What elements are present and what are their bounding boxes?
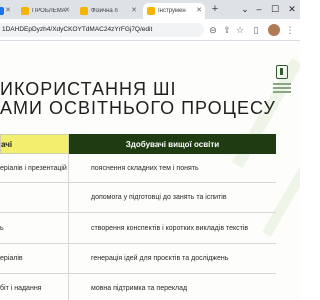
university-logo bbox=[272, 65, 292, 99]
profile-avatar[interactable] bbox=[268, 24, 280, 36]
logo-line bbox=[273, 91, 291, 93]
table-cell-left bbox=[0, 183, 69, 212]
table-cell-right: створення конспектів і коротких викладів… bbox=[91, 224, 249, 232]
slide-title-line-2: АМИ ОСВІТНЬОГО ПРОЦЕСУ bbox=[0, 98, 276, 118]
tab-title: ПРОБЛЕМА bbox=[32, 8, 66, 14]
slide-title-line-1: ИКОРИСТАННЯ ШІ bbox=[0, 79, 177, 99]
new-tab-button[interactable]: + bbox=[209, 3, 221, 15]
docs-favicon-icon bbox=[21, 7, 29, 15]
maximize-icon[interactable]: ☐ bbox=[268, 3, 282, 15]
tab-3[interactable]: Фізична п ✕ bbox=[76, 3, 140, 19]
table-row: еріалів і презентацій пояснення складних… bbox=[0, 154, 276, 183]
tab-title: Інструмен bbox=[158, 8, 186, 14]
logo-line bbox=[273, 87, 291, 89]
menu-kebab-icon[interactable]: ⋮ bbox=[284, 24, 296, 36]
zoom-icon[interactable]: ⊖ bbox=[207, 24, 219, 36]
tab-4-active[interactable]: Інструмен ✕ bbox=[143, 3, 205, 19]
table-cell-left: еріалів і презентацій bbox=[0, 154, 69, 182]
table-row: ь створення конспектів і коротких виклад… bbox=[0, 213, 276, 244]
presentation-slide: ИКОРИСТАННЯ ШІ АМИ ОСВІТНЬОГО ПРОЦЕСУ ач… bbox=[0, 42, 300, 300]
minimize-icon[interactable]: – bbox=[252, 3, 266, 15]
tab-2[interactable]: ПРОБЛЕМА ✕ bbox=[17, 3, 73, 19]
bookmark-star-icon[interactable]: ☆ bbox=[234, 24, 246, 36]
table-cell-left: ь bbox=[0, 213, 69, 243]
share-icon[interactable]: ⇪ bbox=[221, 24, 233, 36]
table-header-left: ачі bbox=[0, 134, 69, 154]
tab-search-chevron-icon[interactable]: ⌄ bbox=[238, 3, 252, 15]
table-cell-right: допомога у підготовці до занять та іспит… bbox=[91, 194, 227, 201]
address-bar: 1DAHDEpDyzh4/XdyCKOYTdMAC24zYrFGj7Q/edit… bbox=[0, 19, 300, 41]
logo-emblem-icon bbox=[276, 65, 288, 79]
table-row: біт і надання мовна підтримка та перекла… bbox=[0, 274, 276, 300]
close-window-icon[interactable]: ✕ bbox=[285, 3, 299, 15]
table-cell-right: мовна підтримка та переклад bbox=[91, 285, 188, 292]
table-cell-right: пояснення складних тем і понять bbox=[91, 164, 199, 172]
close-tab-icon[interactable]: ✕ bbox=[64, 7, 70, 15]
close-tab-icon[interactable]: ✕ bbox=[196, 7, 202, 15]
sidebar-icon[interactable]: ▯ bbox=[250, 24, 262, 36]
table-row: допомога у підготовці до занять та іспит… bbox=[0, 183, 276, 213]
table-cell-left: еріалів bbox=[0, 244, 69, 273]
tab-1[interactable]: ✕ bbox=[0, 3, 14, 19]
tab-title: Фізична п bbox=[91, 8, 118, 14]
close-tab-icon[interactable]: ✕ bbox=[5, 7, 11, 15]
logo-line bbox=[273, 83, 291, 85]
table-header-students: Здобувачі вищої освіти bbox=[69, 134, 276, 154]
slides-favicon-icon bbox=[147, 7, 155, 15]
slides-favicon-icon bbox=[80, 7, 88, 15]
table-cell-right: генерація ідей для проєктів та досліджен… bbox=[91, 255, 229, 262]
table-cell-left: біт і надання bbox=[0, 274, 69, 300]
tab-favicon-icon bbox=[0, 7, 4, 15]
tab-strip: ✕ ПРОБЛЕМА ✕ Фізична п ✕ Інструмен ✕ + ⌄… bbox=[0, 0, 300, 19]
close-tab-icon[interactable]: ✕ bbox=[131, 7, 137, 15]
table-row: еріалів генерація ідей для проєктів та д… bbox=[0, 244, 276, 274]
url-field[interactable]: 1DAHDEpDyzh4/XdyCKOYTdMAC24zYrFGj7Q/edit bbox=[0, 23, 204, 37]
